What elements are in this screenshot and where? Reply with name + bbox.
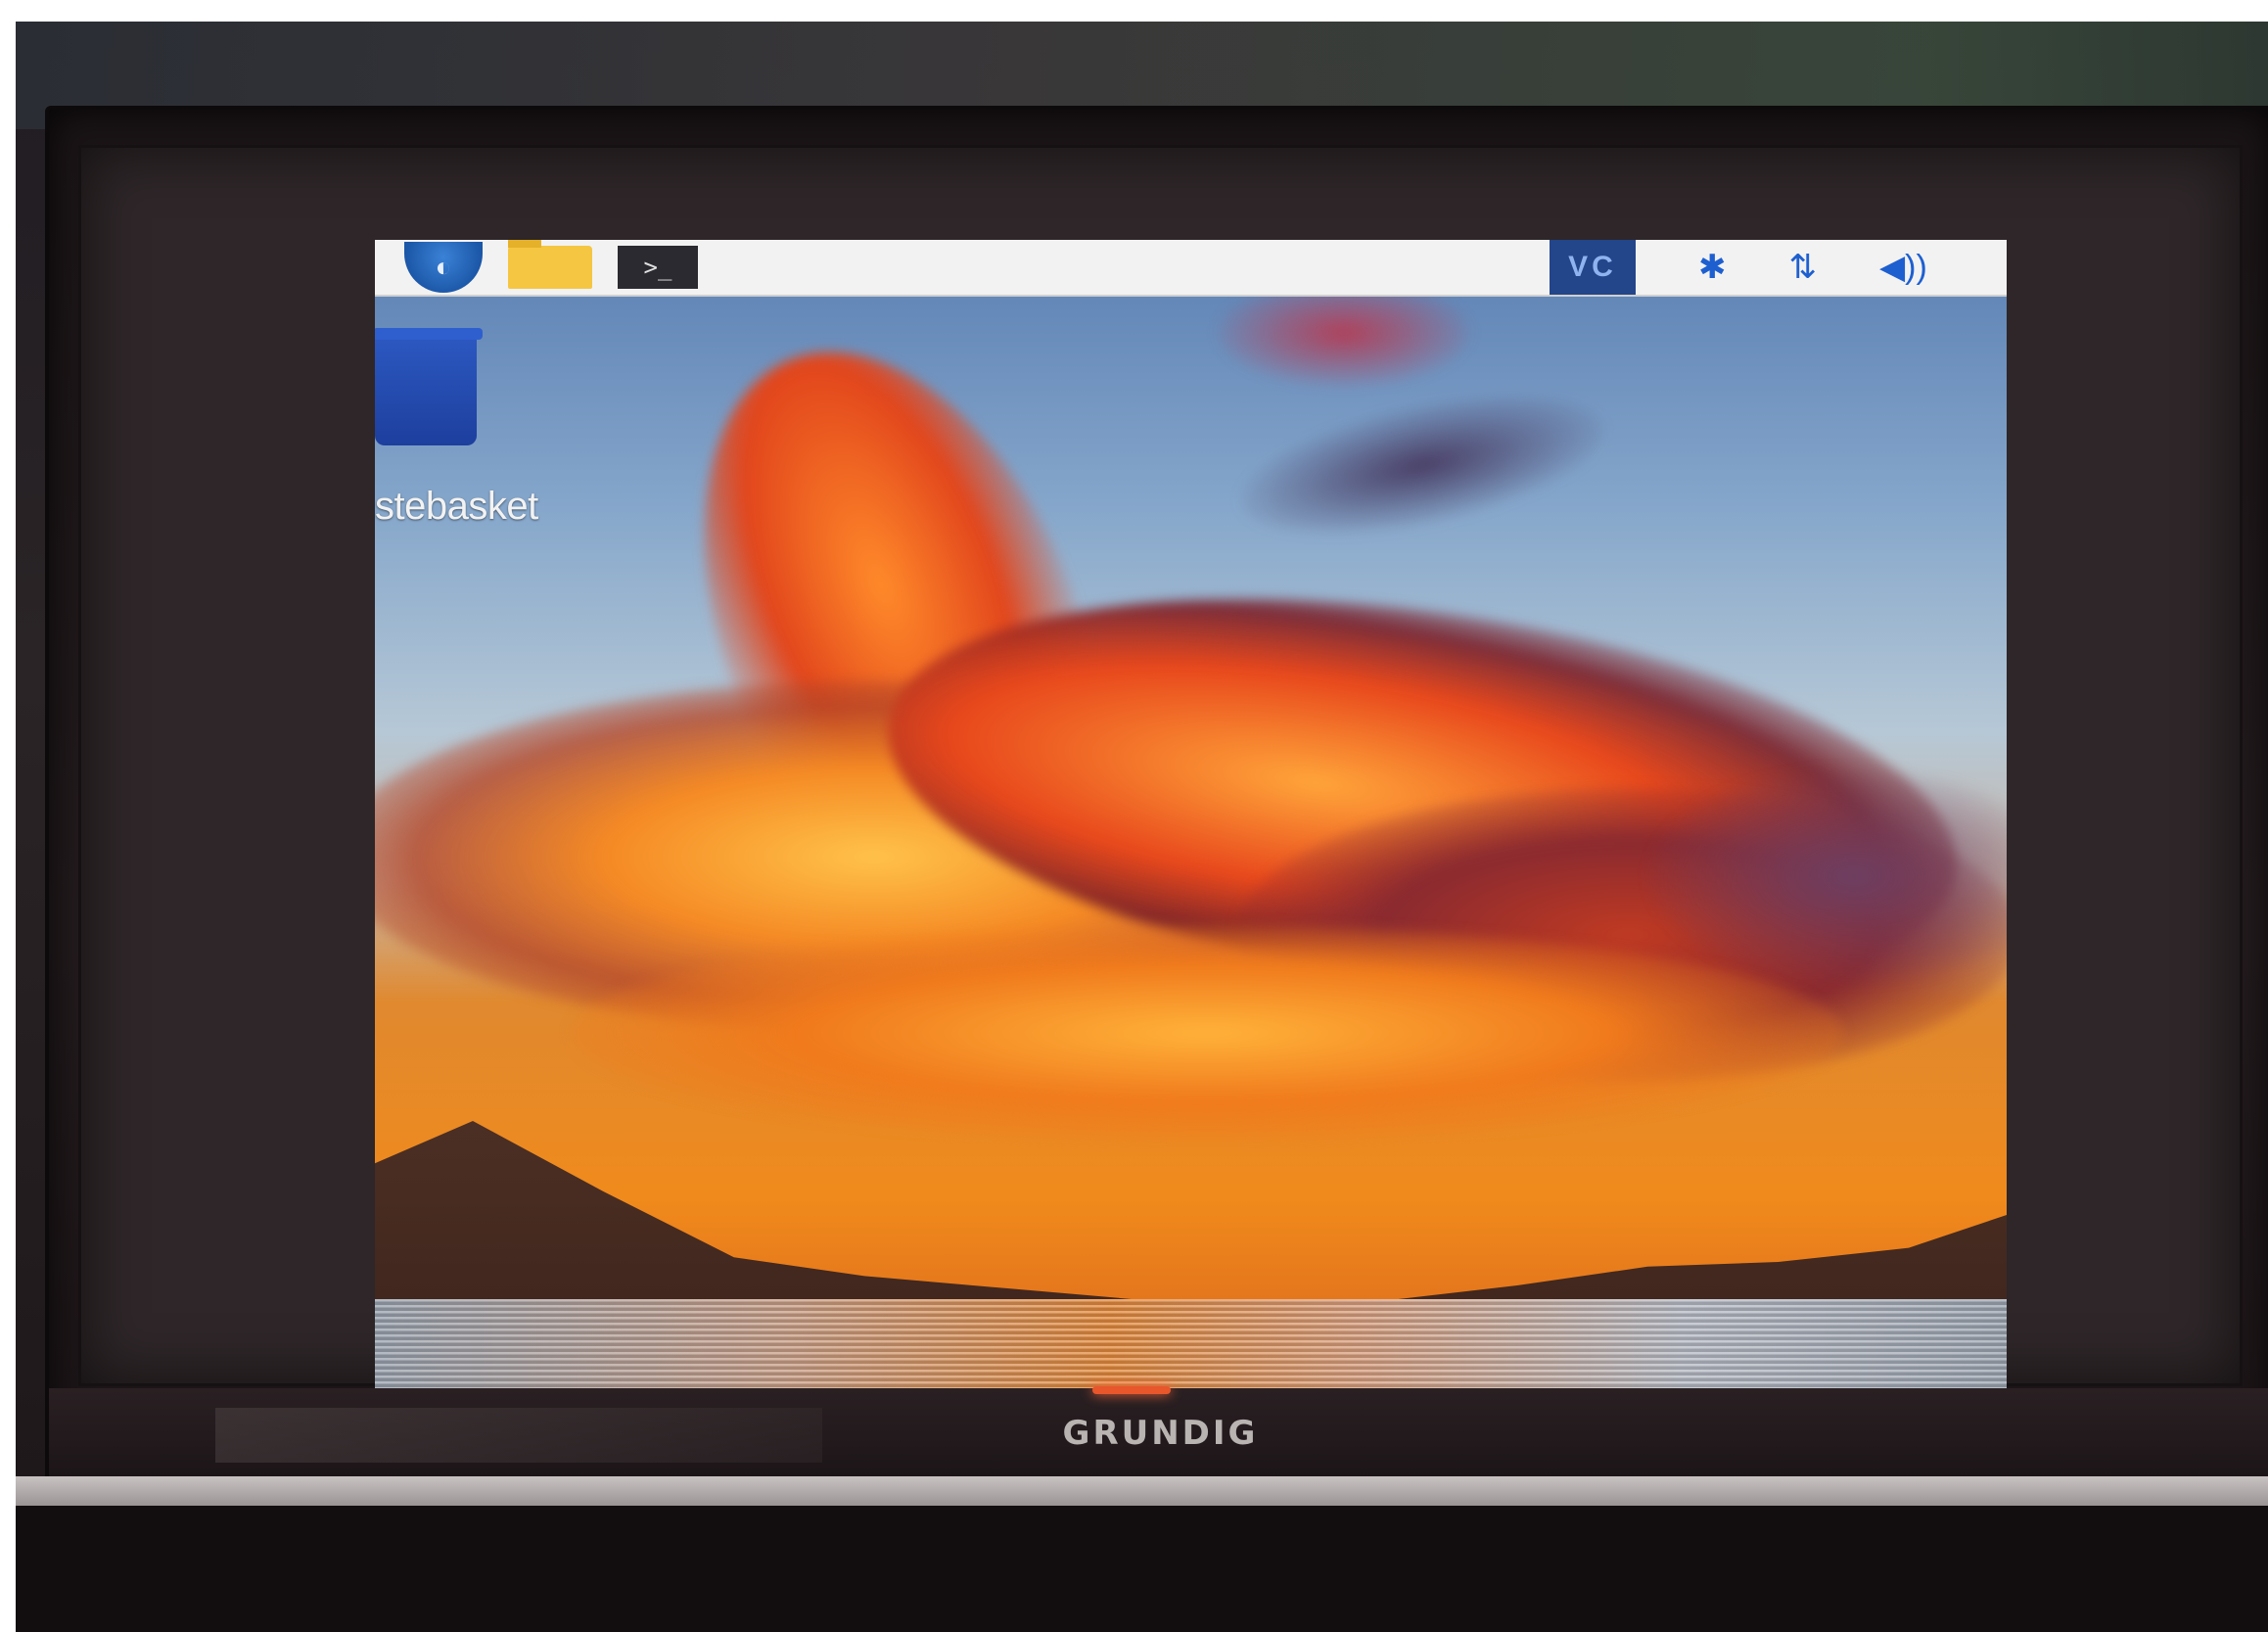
raspberry-menu-icon[interactable]: ◐ xyxy=(404,242,483,293)
wastebasket-label[interactable]: stebasket xyxy=(375,485,538,529)
tv-panel: ◐ >_ VC ✱ ⇅ ◀)) | xyxy=(78,145,2243,1469)
tv-stand xyxy=(16,1506,2268,1632)
desktop-screen: ◐ >_ VC ✱ ⇅ ◀)) | xyxy=(375,240,2007,1469)
vnc-label: VC xyxy=(1568,251,1617,283)
volume-icon[interactable]: ◀)) xyxy=(1879,248,1927,287)
system-tray: VC ✱ ⇅ ◀)) | xyxy=(1550,240,2007,295)
folder-icon[interactable] xyxy=(508,240,592,289)
network-icon[interactable]: ⇅ xyxy=(1789,248,1818,287)
trash-icon[interactable] xyxy=(375,328,483,445)
bluetooth-icon[interactable]: ✱ xyxy=(1698,248,1727,287)
tray-separator: | xyxy=(2006,256,2007,279)
terminal-icon[interactable]: >_ xyxy=(618,246,698,289)
terminal-glyph: >_ xyxy=(643,254,672,281)
power-led xyxy=(1092,1386,1171,1394)
photo-frame: ◐ >_ VC ✱ ⇅ ◀)) | xyxy=(16,22,2268,1632)
wastebasket-shortcut[interactable]: stebasket xyxy=(375,328,538,529)
tv-stand-edge xyxy=(16,1476,2268,1506)
tv-brand-logo: GRUNDIG xyxy=(1062,1414,1259,1453)
taskbar: ◐ >_ VC ✱ ⇅ ◀)) | xyxy=(375,240,2007,297)
tv-bezel: ◐ >_ VC ✱ ⇅ ◀)) | xyxy=(45,106,2268,1484)
launcher-group: ◐ >_ xyxy=(375,240,698,295)
tv-logo-strip: GRUNDIG xyxy=(49,1388,2268,1476)
menu-glyph: ◐ xyxy=(435,252,452,282)
wallpaper-cloud xyxy=(571,925,1843,1141)
vnc-icon[interactable]: VC xyxy=(1550,240,1636,295)
